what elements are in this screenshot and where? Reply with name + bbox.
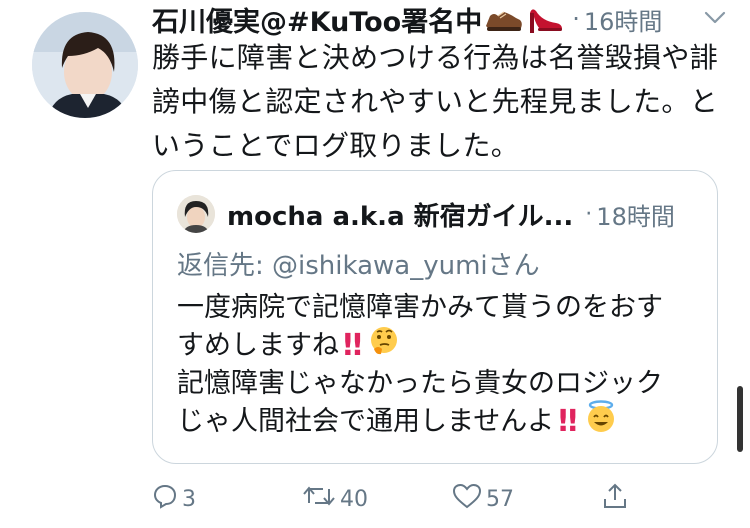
mans-shoe-icon [484, 4, 524, 34]
share-icon [602, 482, 628, 516]
share-button[interactable] [602, 478, 628, 520]
quoted-text-line: すめしますね !! [177, 325, 707, 368]
like-count: 57 [486, 486, 514, 512]
tweet-text-line: 勝手に障害と決めつける行為は名誉毀損や誹 [152, 41, 719, 74]
smiling-face-with-halo-icon [584, 399, 618, 445]
meta-separator: · [572, 5, 580, 33]
quoted-author-name[interactable]: mocha a.k.a 新宿ガイル... [227, 196, 573, 233]
double-exclamation-icon: !! [556, 404, 579, 439]
chevron-down-icon[interactable] [702, 8, 728, 28]
retweet-icon [302, 483, 336, 515]
quoted-text-line: じゃ人間社会で通用しませんよ !! [177, 399, 707, 441]
scrollbar[interactable] [737, 386, 743, 452]
tweet-timestamp[interactable]: 16時間 [584, 2, 663, 37]
quoted-text-line: 一度病院で記憶障害かみて貰うのをおす [177, 289, 707, 327]
reply-count: 3 [182, 486, 196, 512]
like-button[interactable]: 57 [452, 478, 514, 520]
quoted-author-avatar [177, 195, 215, 233]
quoted-text-segment: 一度病院で記憶障害かみて貰うのをおす [177, 292, 663, 323]
quoted-tweet-card[interactable]: mocha a.k.a 新宿ガイル... · 18時間 返信先: @ishika… [152, 170, 718, 464]
heart-icon [452, 483, 482, 515]
tweet-text-line: いうことでログ取りました。 [152, 129, 520, 162]
quoted-text-segment: じゃ人間社会で通用しませんよ [177, 406, 555, 437]
quoted-tweet-header: mocha a.k.a 新宿ガイル... · 18時間 [227, 195, 697, 233]
author-avatar[interactable] [32, 12, 138, 118]
meta-separator: · [585, 201, 593, 227]
tweet-text-line: 謗中傷と認定されやすいと先程見ました。と [152, 85, 719, 118]
quoted-tweet-timestamp[interactable]: 18時間 [596, 197, 675, 232]
author-name[interactable]: 石川優実@#KuToo署名中 [152, 0, 482, 39]
avatar-photo [32, 12, 138, 118]
reply-to-label: 返信先: @ishikawa_yumiさん [177, 251, 540, 281]
reply-button[interactable]: 3 [152, 478, 196, 520]
double-exclamation-icon: !! [341, 328, 364, 363]
reply-icon [152, 483, 178, 515]
quoted-tweet-text: 一度病院で記憶障害かみて貰うのをおす すめしますね !! 記憶障害じゃなかったら… [177, 289, 707, 441]
tweet-text: 勝手に障害と決めつける行為は名誉毀損や誹 謗中傷と認定されやすいと先程見ました。… [152, 36, 722, 168]
retweet-button[interactable]: 40 [302, 478, 368, 520]
tweet-action-bar: 3 40 57 [152, 478, 632, 520]
tweet-header: 石川優実@#KuToo署名中 · 16時間 [152, 0, 742, 39]
thinking-face-icon [368, 325, 400, 368]
quoted-text-line: 記憶障害じゃなかったら貴女のロジック [177, 365, 707, 403]
quoted-text-segment: すめしますね [177, 330, 339, 361]
high-heel-icon [526, 3, 564, 35]
quoted-text-segment: 記憶障害じゃなかったら貴女のロジック [177, 368, 663, 399]
retweet-count: 40 [340, 486, 368, 512]
